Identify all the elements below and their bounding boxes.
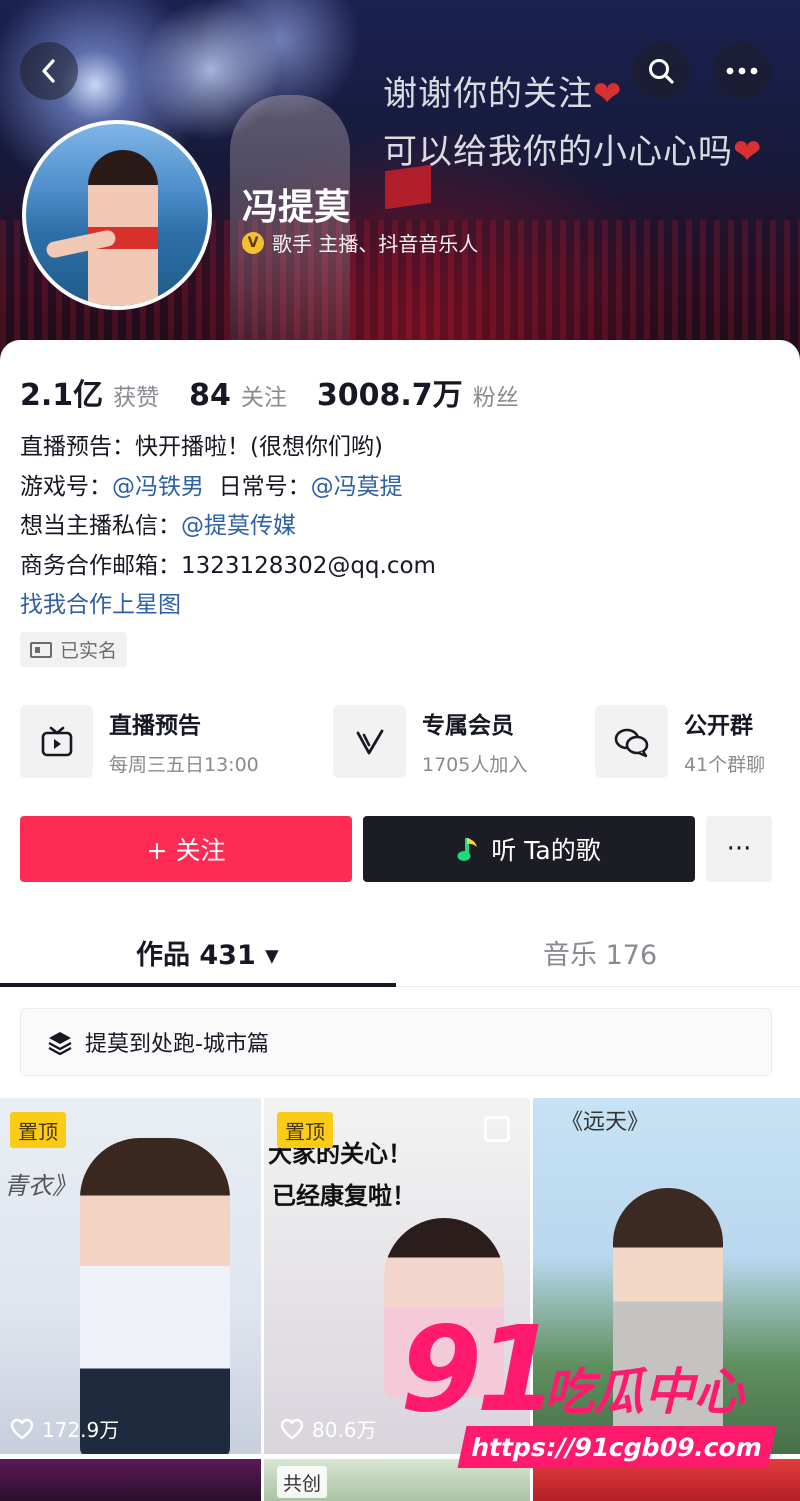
heart-outline-icon xyxy=(10,1418,34,1439)
watermark-text: 吃瓜中心 xyxy=(544,1363,744,1421)
more-options-button[interactable] xyxy=(713,42,771,100)
collection-banner[interactable]: 提莫到处跑-城市篇 xyxy=(20,1008,772,1076)
verified-realname-tag: 已实名 xyxy=(20,632,128,667)
tv-icon xyxy=(20,705,93,778)
watermark-url: https://91cgb09.com xyxy=(457,1426,777,1468)
feature-membership-sub: 1705人加入 xyxy=(422,754,528,776)
music-note-icon xyxy=(457,838,478,861)
bio-streamer-label: 想当主播私信： xyxy=(20,513,181,539)
bio-line-streamer: 想当主播私信：@提莫传媒 xyxy=(20,507,436,547)
mention-game-account[interactable]: @冯铁男 xyxy=(112,474,204,500)
followers-label[interactable]: 粉丝 xyxy=(473,378,519,412)
stats-row: 2.1亿 获赞 84 关注 3008.7万 粉丝 xyxy=(20,370,549,414)
stack-layers-icon xyxy=(48,1032,72,1055)
feature-live-title: 直播预告 xyxy=(109,713,201,739)
profile-banner: 谢谢你的关注❤ 可以给我你的小心心吗❤ 冯提莫 V 歌手 主播、抖音音乐人 xyxy=(0,0,800,360)
followers-count[interactable]: 3008.7万 xyxy=(317,370,463,414)
chat-bubbles-icon xyxy=(595,705,668,778)
more-actions-button[interactable]: ··· xyxy=(706,816,772,882)
bio-daily-account-label: 日常号： xyxy=(204,473,311,500)
listen-songs-button[interactable]: 听 Ta的歌 xyxy=(363,816,695,882)
avatar[interactable] xyxy=(22,120,212,310)
id-card-icon xyxy=(30,641,52,658)
bio-line-accounts: 游戏号：@冯铁男 日常号：@冯莫提 xyxy=(20,468,436,508)
avatar-person xyxy=(88,150,158,306)
banner-caption-line2: 可以给我你的小心心吗❤ xyxy=(383,132,763,172)
collection-title: 提莫到处跑-城市篇 xyxy=(85,1032,269,1057)
video-likes-count: 172.9万 xyxy=(42,1418,120,1442)
feature-membership-title: 专属会员 xyxy=(422,713,514,739)
follow-button[interactable]: + 关注 xyxy=(20,816,352,882)
video-caption: 《远天》 xyxy=(561,1110,650,1135)
realname-label: 已实名 xyxy=(60,640,118,662)
following-label[interactable]: 关注 xyxy=(241,378,287,412)
heart-icon: ❤ xyxy=(733,132,763,172)
bio-line-live-notice: 直播预告：快开播啦！(很想你们哟) xyxy=(20,434,383,460)
search-button[interactable] xyxy=(632,42,690,100)
active-tab-indicator xyxy=(0,983,396,987)
pinned-badge: 置顶 xyxy=(10,1112,66,1148)
following-count[interactable]: 84 xyxy=(189,378,231,413)
likes-count: 2.1亿 xyxy=(20,378,104,413)
feature-group-sub: 41个群聊 xyxy=(684,754,766,776)
feature-membership[interactable]: 专属会员 1705人加入 xyxy=(333,705,527,778)
video-thumbnail[interactable]: 青衣》 置顶 172.9万 xyxy=(0,1098,261,1454)
back-button[interactable] xyxy=(20,42,78,100)
tab-music[interactable]: 音乐 176 xyxy=(543,933,657,972)
video-caption: 已经康复啦！ xyxy=(272,1182,416,1210)
banner-caption-line1: 谢谢你的关注❤ xyxy=(383,74,623,114)
bio: 直播预告：快开播啦！(很想你们哟) 游戏号：@冯铁男 日常号：@冯莫提 想当主播… xyxy=(20,428,436,626)
listen-songs-label: 听 Ta的歌 xyxy=(491,836,601,865)
bio-game-account-label: 游戏号： xyxy=(20,473,112,500)
verification-text: 歌手 主播、抖音音乐人 xyxy=(272,232,479,256)
feature-shortcuts: 直播预告 每周三五日13:00 专属会员 1705人加入 公开群 41个群聊 xyxy=(20,705,780,780)
video-thumbnail[interactable] xyxy=(0,1459,261,1501)
bio-line-email: 商务合作邮箱：1323128302@qq.com xyxy=(20,552,436,579)
content-tabs: 作品 431 ▾ 音乐 176 xyxy=(0,915,800,987)
profile-name: 冯提莫 xyxy=(242,187,351,228)
video-likes: 172.9万 xyxy=(10,1414,119,1443)
tab-works[interactable]: 作品 431 ▾ xyxy=(136,933,279,972)
feature-live-preview[interactable]: 直播预告 每周三五日13:00 xyxy=(20,705,259,778)
mention-media-account[interactable]: @提莫传媒 xyxy=(181,513,296,539)
heart-outline-icon xyxy=(280,1418,304,1439)
video-caption: 青衣》 xyxy=(4,1172,76,1200)
v-member-icon xyxy=(333,705,406,778)
video-likes-count: 80.6万 xyxy=(312,1418,377,1442)
likes-label: 获赞 xyxy=(113,385,160,411)
search-icon xyxy=(649,59,674,84)
watermark-number: 91 xyxy=(400,1300,558,1438)
cocreate-badge: 共创 xyxy=(277,1466,328,1498)
heart-icon: ❤ xyxy=(593,74,623,114)
verification-row[interactable]: V 歌手 主播、抖音音乐人 xyxy=(242,228,478,257)
multi-image-icon xyxy=(484,1116,510,1142)
star-map-link[interactable]: 找我合作上星图 xyxy=(20,586,436,626)
feature-public-group[interactable]: 公开群 41个群聊 xyxy=(595,705,765,778)
video-likes: 80.6万 xyxy=(280,1414,377,1443)
pinned-badge: 置顶 xyxy=(277,1112,333,1148)
feature-group-title: 公开群 xyxy=(684,713,753,739)
mention-daily-account[interactable]: @冯莫提 xyxy=(311,474,403,500)
feature-live-sub: 每周三五日13:00 xyxy=(109,754,259,776)
chevron-left-icon xyxy=(42,59,55,83)
ellipsis-icon xyxy=(726,67,758,75)
thumbnail-figure xyxy=(80,1138,230,1454)
verified-badge-icon: V xyxy=(242,231,264,254)
